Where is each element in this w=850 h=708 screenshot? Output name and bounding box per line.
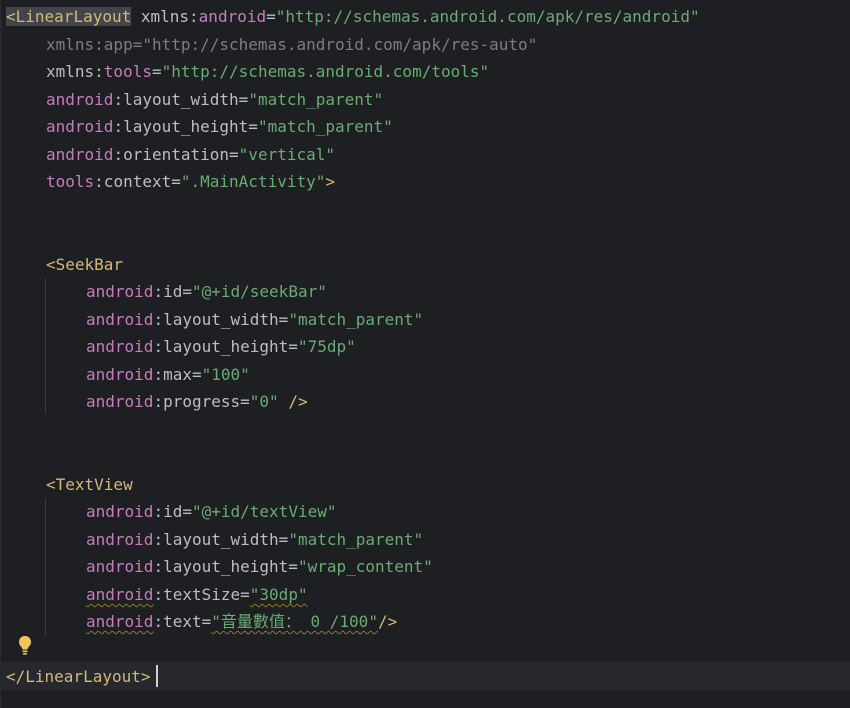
attr-namespace: android [86,502,154,521]
equals: = [288,557,298,576]
attr-name: :context [94,172,172,191]
attr-name: :text [153,612,202,631]
attr-namespace: android [86,530,154,549]
textview-open-tag: <TextView [46,475,133,494]
attr-namespace: android [86,557,154,576]
equals: = [278,530,289,549]
unused-namespace-line: xmlns:app="http://schemas.android.com/ap… [46,35,538,54]
text-caret [156,665,158,687]
attr-namespace: tools [103,62,152,81]
attr-value: "vertical" [238,145,335,164]
code-line-1[interactable]: <LinearLayout xmlns:android="http://sche… [0,3,850,30]
code-line-18[interactable]: android:textSize="30dp" [0,581,850,608]
attr-name: :layout_height [153,557,289,576]
equals: = [201,612,212,631]
attr-value: "match_parent" [288,530,424,549]
equals: = [238,90,249,109]
attr-name: :orientation [113,145,230,164]
attr-value: ".MainActivity" [180,172,326,191]
attr-value: "@+id/seekBar" [191,282,327,301]
attr-value: "wrap_content" [297,557,433,576]
code-line-12[interactable]: android:max="100" [0,361,850,388]
attr-namespace-warning: android [86,585,154,604]
code-line-6[interactable]: android:orientation="vertical" [0,141,850,168]
attr-value: "match_parent" [288,310,424,329]
attr-value-warning: "30dp" [249,585,308,604]
tag-close-bracket: > [325,172,336,191]
tag-name: LinearLayout [15,7,132,26]
attr-name: :textSize [153,585,241,604]
equals: = [191,365,202,384]
attr-name: :layout_height [113,117,249,136]
attr-namespace: android [198,7,267,26]
equals: = [240,392,250,411]
attr-name: :layout_width [153,530,279,549]
attr-value: "match_parent" [257,117,393,136]
equals: = [171,172,181,191]
equals: = [182,282,192,301]
code-line-linearlayout-close[interactable]: </LinearLayout> [0,663,850,690]
equals: = [248,117,258,136]
attr-namespace: android [86,365,154,384]
attr-name: :layout_height [153,337,289,356]
code-line-11[interactable]: android:layout_height="75dp" [0,333,850,360]
attr-value: "http://schemas.android.com/apk/res/andr… [275,7,700,26]
attr-value-hardcoded-text: "音量數值： 0 /100" [211,612,378,631]
code-line-17[interactable]: android:layout_height="wrap_content" [0,553,850,580]
attr-namespace-warning: android [86,612,154,631]
attr-namespace: android [46,145,114,164]
seekbar-open-tag: <SeekBar [46,255,124,274]
code-line-13[interactable]: android:progress="0" /> [0,388,850,415]
code-line-15[interactable]: android:id="@+id/textView" [0,498,850,525]
equals: = [151,62,162,81]
attr-name: :max [153,365,192,384]
equals: = [288,337,298,356]
linearlayout-close-tag: </LinearLayout> [6,667,151,686]
attr-value: "0" [249,392,279,411]
linearlayout-open-tag: <LinearLayout [6,7,132,26]
equals: = [278,310,289,329]
attr-namespace: android [86,310,154,329]
code-editor[interactable]: <LinearLayout xmlns:android="http://sche… [0,0,850,708]
self-close-tag: /> [278,392,308,411]
equals: = [182,502,192,521]
code-line-5[interactable]: android:layout_height="match_parent" [0,113,850,140]
attr-value: "100" [201,365,250,384]
code-line-3[interactable]: xmlns:tools="http://schemas.android.com/… [0,58,850,85]
code-line-7[interactable]: tools:context=".MainActivity"> [0,168,850,195]
attr-name: :id [153,502,183,521]
attr-namespace: android [86,392,154,411]
attr-name: :layout_width [113,90,239,109]
attr-namespace: tools [46,172,95,191]
attr-namespace: android [86,282,154,301]
attr-value: "match_parent" [248,90,384,109]
attr-name: :layout_width [153,310,279,329]
lightbulb-icon[interactable] [16,634,34,656]
code-line-16[interactable]: android:layout_width="match_parent" [0,526,850,553]
attr-value: "75dp" [297,337,356,356]
attr-namespace: android [46,117,114,136]
attr-namespace: android [86,337,154,356]
code-line-9[interactable]: android:id="@+id/seekBar" [0,278,850,305]
attr-name: :progress [153,392,241,411]
attr-namespace: android [46,90,114,109]
attr-name: :id [153,282,183,301]
equals: = [266,7,276,26]
code-line-19[interactable]: android:text="音量數值： 0 /100"/> [0,608,850,635]
attr-value: "http://schemas.android.com/tools" [161,62,490,81]
self-close-tag: /> [377,612,398,631]
code-line-textview-open[interactable]: <TextView [0,471,850,498]
code-line-10[interactable]: android:layout_width="match_parent" [0,306,850,333]
equals: = [240,585,250,604]
attr-prefix: xmlns: [46,62,104,81]
code-line-2[interactable]: xmlns:app="http://schemas.android.com/ap… [0,31,850,58]
code-line-seekbar-open[interactable]: <SeekBar [0,251,850,278]
equals: = [229,145,239,164]
tag-open-bracket: < [6,7,16,26]
attr-prefix: xmlns: [140,7,199,26]
code-line-4[interactable]: android:layout_width="match_parent" [0,86,850,113]
attr-value: "@+id/textView" [191,502,337,521]
